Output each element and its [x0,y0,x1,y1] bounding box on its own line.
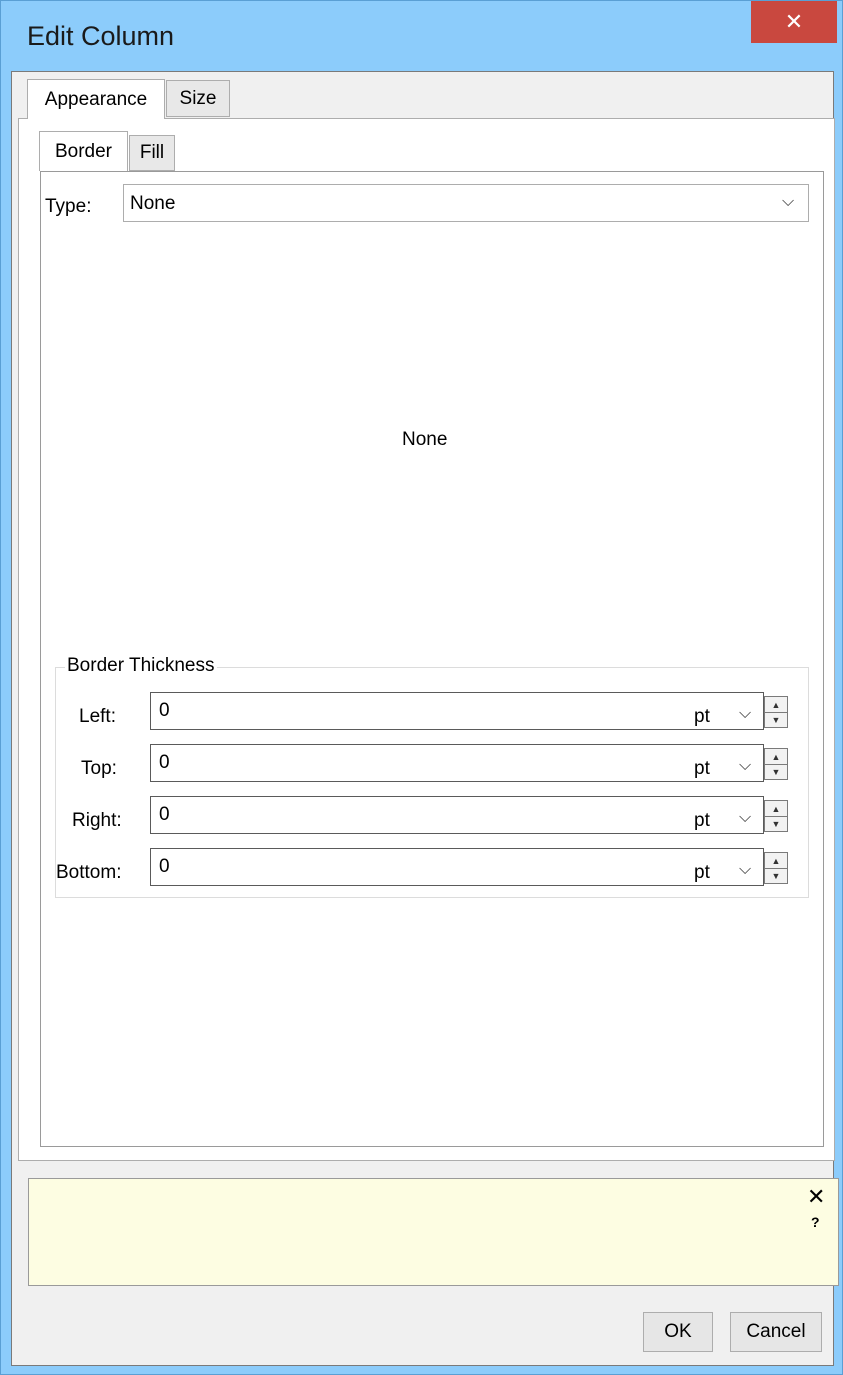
tab-fill-label: Fill [139,142,165,163]
right-spinner[interactable]: ▲ ▼ [764,800,788,832]
tab-fill[interactable]: Fill [129,135,175,171]
spin-down-icon[interactable]: ▼ [765,764,787,779]
bottom-thickness-value: 0 [159,856,170,877]
help-panel [28,1178,839,1286]
right-unit-chevron-down-icon[interactable]: ⌵ [739,809,751,827]
spin-down-icon[interactable]: ▼ [765,712,787,727]
ok-button[interactable]: OK [643,1312,713,1352]
left-thickness-field[interactable]: 0 [150,692,764,730]
border-preview-text: None [402,429,448,450]
edit-column-dialog: Edit Column ✕ Appearance Size Border Fil… [0,0,843,1375]
help-question-icon[interactable]: ? [811,1214,820,1230]
cancel-button[interactable]: Cancel [730,1312,822,1352]
spin-up-icon[interactable]: ▲ [765,801,787,817]
left-thickness-value: 0 [159,700,170,721]
left-label: Left: [79,706,116,727]
bottom-thickness-field[interactable]: 0 [150,848,764,886]
tab-size[interactable]: Size [166,80,230,117]
right-thickness-field[interactable]: 0 [150,796,764,834]
right-thickness-value: 0 [159,804,170,825]
top-unit[interactable]: pt [694,758,710,780]
dialog-body: Appearance Size Border Fill Type: None ⌵… [11,71,839,1366]
border-thickness-title: Border Thickness [65,655,217,677]
bottom-label: Bottom: [56,862,122,883]
tab-size-label: Size [179,87,217,109]
top-thickness-field[interactable]: 0 [150,744,764,782]
left-unit-chevron-down-icon[interactable]: ⌵ [739,705,751,723]
type-label: Type: [45,196,92,217]
top-thickness-value: 0 [159,752,170,773]
dialog-title: Edit Column [27,21,175,51]
spin-down-icon[interactable]: ▼ [765,816,787,831]
left-spinner[interactable]: ▲ ▼ [764,696,788,728]
close-button[interactable]: ✕ [751,1,837,43]
top-unit-chevron-down-icon[interactable]: ⌵ [739,757,751,775]
spin-up-icon[interactable]: ▲ [765,853,787,869]
top-label: Top: [81,758,117,779]
close-icon: ✕ [784,9,804,34]
top-spinner[interactable]: ▲ ▼ [764,748,788,780]
spin-up-icon[interactable]: ▲ [765,697,787,713]
bottom-unit-chevron-down-icon[interactable]: ⌵ [739,861,751,879]
title-bar[interactable]: Edit Column ✕ [1,1,843,71]
spin-up-icon[interactable]: ▲ [765,749,787,765]
tab-appearance[interactable]: Appearance [27,79,165,119]
border-type-select[interactable]: None ⌵ [123,184,809,222]
spin-down-icon[interactable]: ▼ [765,868,787,883]
bottom-spinner[interactable]: ▲ ▼ [764,852,788,884]
right-unit[interactable]: pt [694,810,710,832]
bottom-unit[interactable]: pt [694,862,710,884]
left-unit[interactable]: pt [694,706,710,728]
tab-border-label: Border [54,140,113,162]
help-close-icon[interactable]: ✕ [807,1184,825,1210]
chevron-down-icon: ⌵ [782,193,795,210]
right-label: Right: [72,810,122,831]
border-type-value: None [130,193,176,214]
tab-border[interactable]: Border [39,131,128,171]
tab-appearance-label: Appearance [44,88,148,110]
